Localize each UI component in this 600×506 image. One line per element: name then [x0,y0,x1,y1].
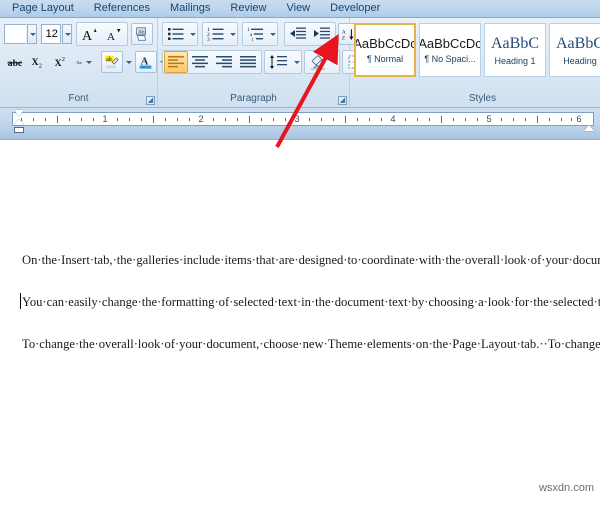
tab-review[interactable]: Review [220,0,276,17]
font-name-dropdown-icon[interactable] [27,24,38,44]
style-sample: AaBbCcDc [354,36,416,51]
font-color-button[interactable]: A [135,51,157,73]
svg-text:i: i [252,38,254,42]
font-name-input[interactable] [4,24,27,44]
style-heading-1[interactable]: AaBbC Heading 1 [484,23,546,77]
ribbon-group-paragraph: 1 2 3 1 a i A Z Paragraph ◢ [158,18,384,107]
paragraph-group-label: Paragraph [230,93,277,104]
ruler-number-2: 2 [198,114,204,124]
style-sample: AaBbC [491,34,539,52]
bullets-button[interactable] [164,23,188,45]
align-left-button[interactable] [164,51,188,73]
ruler-number-5: 5 [486,114,492,124]
ruler-number-3: 3 [294,114,300,124]
tab-references[interactable]: References [84,0,160,17]
style-sample: AaBbCcDc [419,36,481,51]
numbering-button[interactable]: 1 2 3 [204,23,228,45]
subscript-button[interactable]: X2 [27,51,49,73]
paragraph-3[interactable]: To·change·the·overall·look·of·your·docum… [22,334,600,355]
left-indent-marker[interactable] [14,127,24,133]
svg-text:2: 2 [39,63,42,70]
shading-button[interactable] [306,51,330,73]
hanging-indent-marker[interactable] [14,119,24,125]
superscript-button[interactable]: X2 [50,51,72,73]
ribbon-group-styles: AaBbCcDc ¶ Normal AaBbCcDc ¶ No Spaci...… [350,18,600,107]
justify-button[interactable] [236,51,260,73]
svg-text:A: A [107,31,115,43]
svg-text:Z: Z [342,35,346,41]
tab-view[interactable]: View [276,0,320,17]
svg-text:3: 3 [207,37,210,42]
right-indent-marker[interactable] [584,125,594,131]
svg-text:A: A [342,29,346,35]
ruler-number-4: 4 [390,114,396,124]
align-right-button[interactable] [212,51,236,73]
change-case-button[interactable]: Aa [73,51,95,73]
paragraph-2-text: You·can·easily·change·the·formatting·of·… [22,295,600,309]
ruler-number-1: 1 [102,114,108,124]
svg-text:abc: abc [8,58,23,69]
strikethrough-button[interactable]: abc [4,51,26,73]
ruler-zone: 1 2 3 4 5 6 [0,108,600,140]
style-normal[interactable]: AaBbCcDc ¶ Normal [354,23,416,77]
decrease-indent-button[interactable] [286,23,310,45]
watermark: wsxdn.com [538,482,594,494]
shrink-font-button[interactable]: A [102,23,126,45]
svg-text:Ab: Ab [138,30,145,36]
paragraph-1[interactable]: On·the·Insert·tab,·the·galleries·include… [22,250,600,271]
line-spacing-button[interactable] [266,51,292,73]
style-label: ¶ No Spaci... [424,54,476,64]
svg-text:X: X [55,58,62,69]
tab-mailings[interactable]: Mailings [160,0,220,17]
svg-text:Aa: Aa [76,60,81,65]
ribbon-tab-bar: Page Layout References Mailings Review V… [0,0,600,18]
grow-font-button[interactable]: A [78,23,102,45]
document-page[interactable]: On·the·Insert·tab,·the·galleries·include… [0,142,600,506]
text-cursor [20,293,21,309]
multilevel-list-button[interactable]: 1 a i [244,23,268,45]
first-line-indent-marker[interactable] [14,110,24,116]
style-label: Heading 1 [494,55,536,66]
style-heading-2[interactable]: AaBbC Heading [549,23,600,77]
paragraph-dialog-launcher-icon[interactable]: ◢ [338,96,347,105]
font-size-input[interactable]: 12 [40,24,61,44]
horizontal-ruler[interactable]: 1 2 3 4 5 6 [12,112,594,126]
style-sample: AaBbC [556,34,600,52]
style-label: ¶ Normal [366,54,404,64]
align-center-button[interactable] [188,51,212,73]
svg-text:X: X [32,57,39,68]
increase-indent-button[interactable] [310,23,334,45]
font-dialog-launcher-icon[interactable]: ◢ [146,96,155,105]
tab-developer[interactable]: Developer [320,0,390,17]
font-size-dropdown-icon[interactable] [61,24,72,44]
svg-text:ab: ab [106,57,112,63]
tab-page-layout[interactable]: Page Layout [2,0,84,17]
ribbon-group-font: 12 A A Ab abc X 2 X 2 Aa ab A Font ◢ [0,18,166,107]
style-no-spacing[interactable]: AaBbCcDc ¶ No Spaci... [419,23,481,77]
svg-text:A: A [82,29,93,43]
clear-formatting-button[interactable]: Ab [131,23,153,45]
ruler-number-6: 6 [576,114,582,124]
svg-text:2: 2 [62,56,65,63]
text-highlight-color-button[interactable]: ab [101,51,123,73]
font-group-label: Font [68,93,89,104]
paragraph-2[interactable]: You·can·easily·change·the·formatting·of·… [20,292,600,313]
style-label: Heading [563,55,597,66]
styles-group-label: Styles [468,93,497,104]
ribbon: 12 A A Ab abc X 2 X 2 Aa ab A Font ◢ 1 2… [0,18,600,108]
document-body[interactable]: On·the·Insert·tab,·the·galleries·include… [20,250,600,376]
